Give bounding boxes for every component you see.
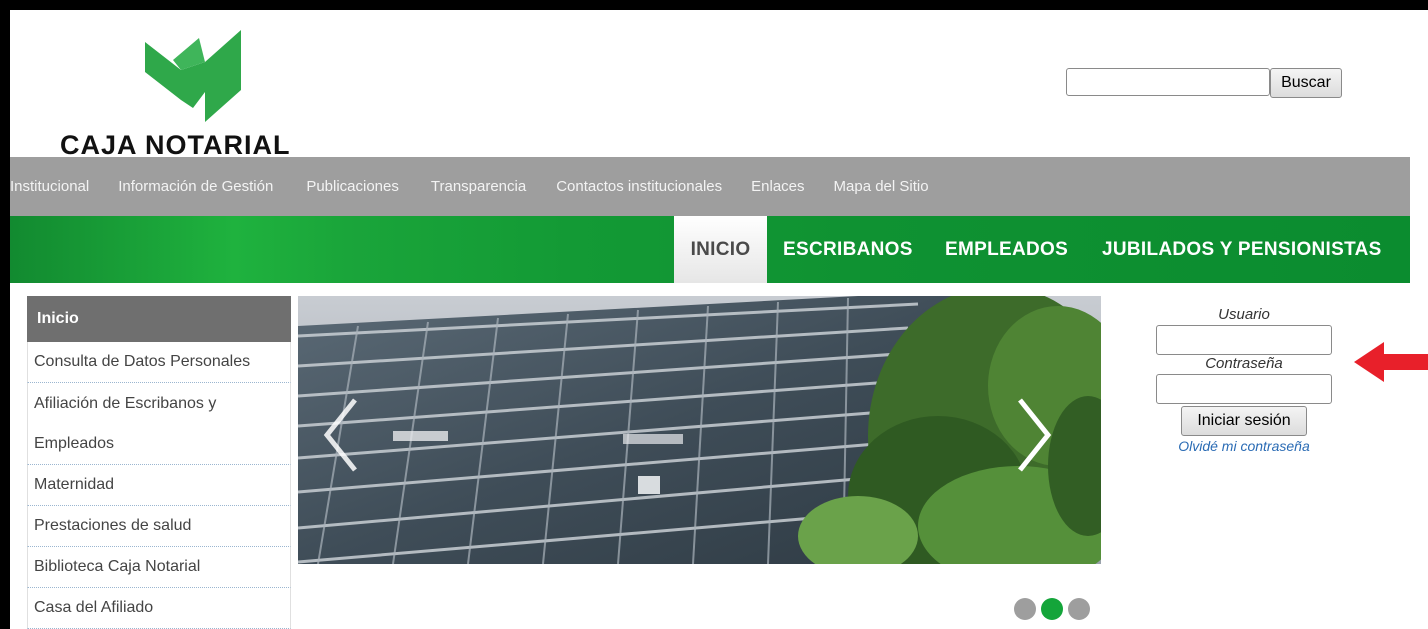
search-input[interactable] <box>1066 68 1270 96</box>
nav-item-transparencia[interactable]: Transparencia <box>431 178 526 195</box>
login-form: Usuario Contraseña Iniciar sesión Olvidé… <box>1156 306 1332 454</box>
caja-notarial-logo[interactable]: CAJA NOTARIAL <box>60 30 320 165</box>
logo-mark-icon <box>145 30 241 122</box>
image-slider[interactable] <box>298 296 1101 564</box>
login-button[interactable]: Iniciar sesión <box>1181 406 1307 436</box>
slider-building-image <box>298 296 1101 564</box>
search-button[interactable]: Buscar <box>1270 68 1342 98</box>
nav-item-mapa-sitio[interactable]: Mapa del Sitio <box>834 178 929 195</box>
sidebar-item-maternidad[interactable]: Maternidad <box>27 465 291 506</box>
nav-item-informacion-gestion[interactable]: Información de Gestión <box>118 178 273 195</box>
password-input[interactable] <box>1156 374 1332 404</box>
sidebar-item-casa-afiliado[interactable]: Casa del Afiliado <box>27 588 291 629</box>
password-label: Contraseña <box>1205 355 1283 372</box>
sidebar-item-afiliacion[interactable]: Afiliación de Escribanos y <box>27 383 291 424</box>
slider-dot-3[interactable] <box>1068 598 1090 620</box>
sidebar-title[interactable]: Inicio <box>27 296 291 342</box>
sidebar-item-afiliacion-cont[interactable]: Empleados <box>27 424 291 465</box>
tab-jubilados-pensionistas[interactable]: JUBILADOS Y PENSIONISTAS <box>1102 216 1382 283</box>
page: CAJA NOTARIAL Buscar Institucional Infor… <box>0 0 1428 629</box>
nav-item-publicaciones[interactable]: Publicaciones <box>306 178 399 195</box>
red-arrow-icon <box>1354 342 1428 382</box>
slider-dot-2[interactable] <box>1041 598 1063 620</box>
nav-item-contactos[interactable]: Contactos institucionales <box>556 178 722 195</box>
slider-dots <box>1014 598 1090 620</box>
main-tabs-bar: INICIO ESCRIBANOS EMPLEADOS JUBILADOS Y … <box>10 216 1410 283</box>
sidebar-item-prestaciones-salud[interactable]: Prestaciones de salud <box>27 506 291 547</box>
sidebar-item-biblioteca[interactable]: Biblioteca Caja Notarial <box>27 547 291 588</box>
tab-escribanos[interactable]: ESCRIBANOS <box>783 216 913 283</box>
chevron-right-icon[interactable] <box>1016 396 1052 474</box>
forgot-password-link[interactable]: Olvidé mi contraseña <box>1156 438 1332 454</box>
top-nav: Institucional Información de Gestión Pub… <box>10 157 1410 216</box>
slider-dot-1[interactable] <box>1014 598 1036 620</box>
tab-empleados[interactable]: EMPLEADOS <box>945 216 1068 283</box>
nav-item-enlaces[interactable]: Enlaces <box>751 178 804 195</box>
nav-item-institucional[interactable]: Institucional <box>10 178 89 195</box>
sidebar-item-consulta-datos[interactable]: Consulta de Datos Personales <box>27 342 291 383</box>
username-label: Usuario <box>1218 306 1270 323</box>
username-input[interactable] <box>1156 325 1332 355</box>
tab-inicio[interactable]: INICIO <box>674 216 767 283</box>
chevron-left-icon[interactable] <box>323 396 359 474</box>
sidebar: Inicio Consulta de Datos Personales Afil… <box>27 296 291 629</box>
